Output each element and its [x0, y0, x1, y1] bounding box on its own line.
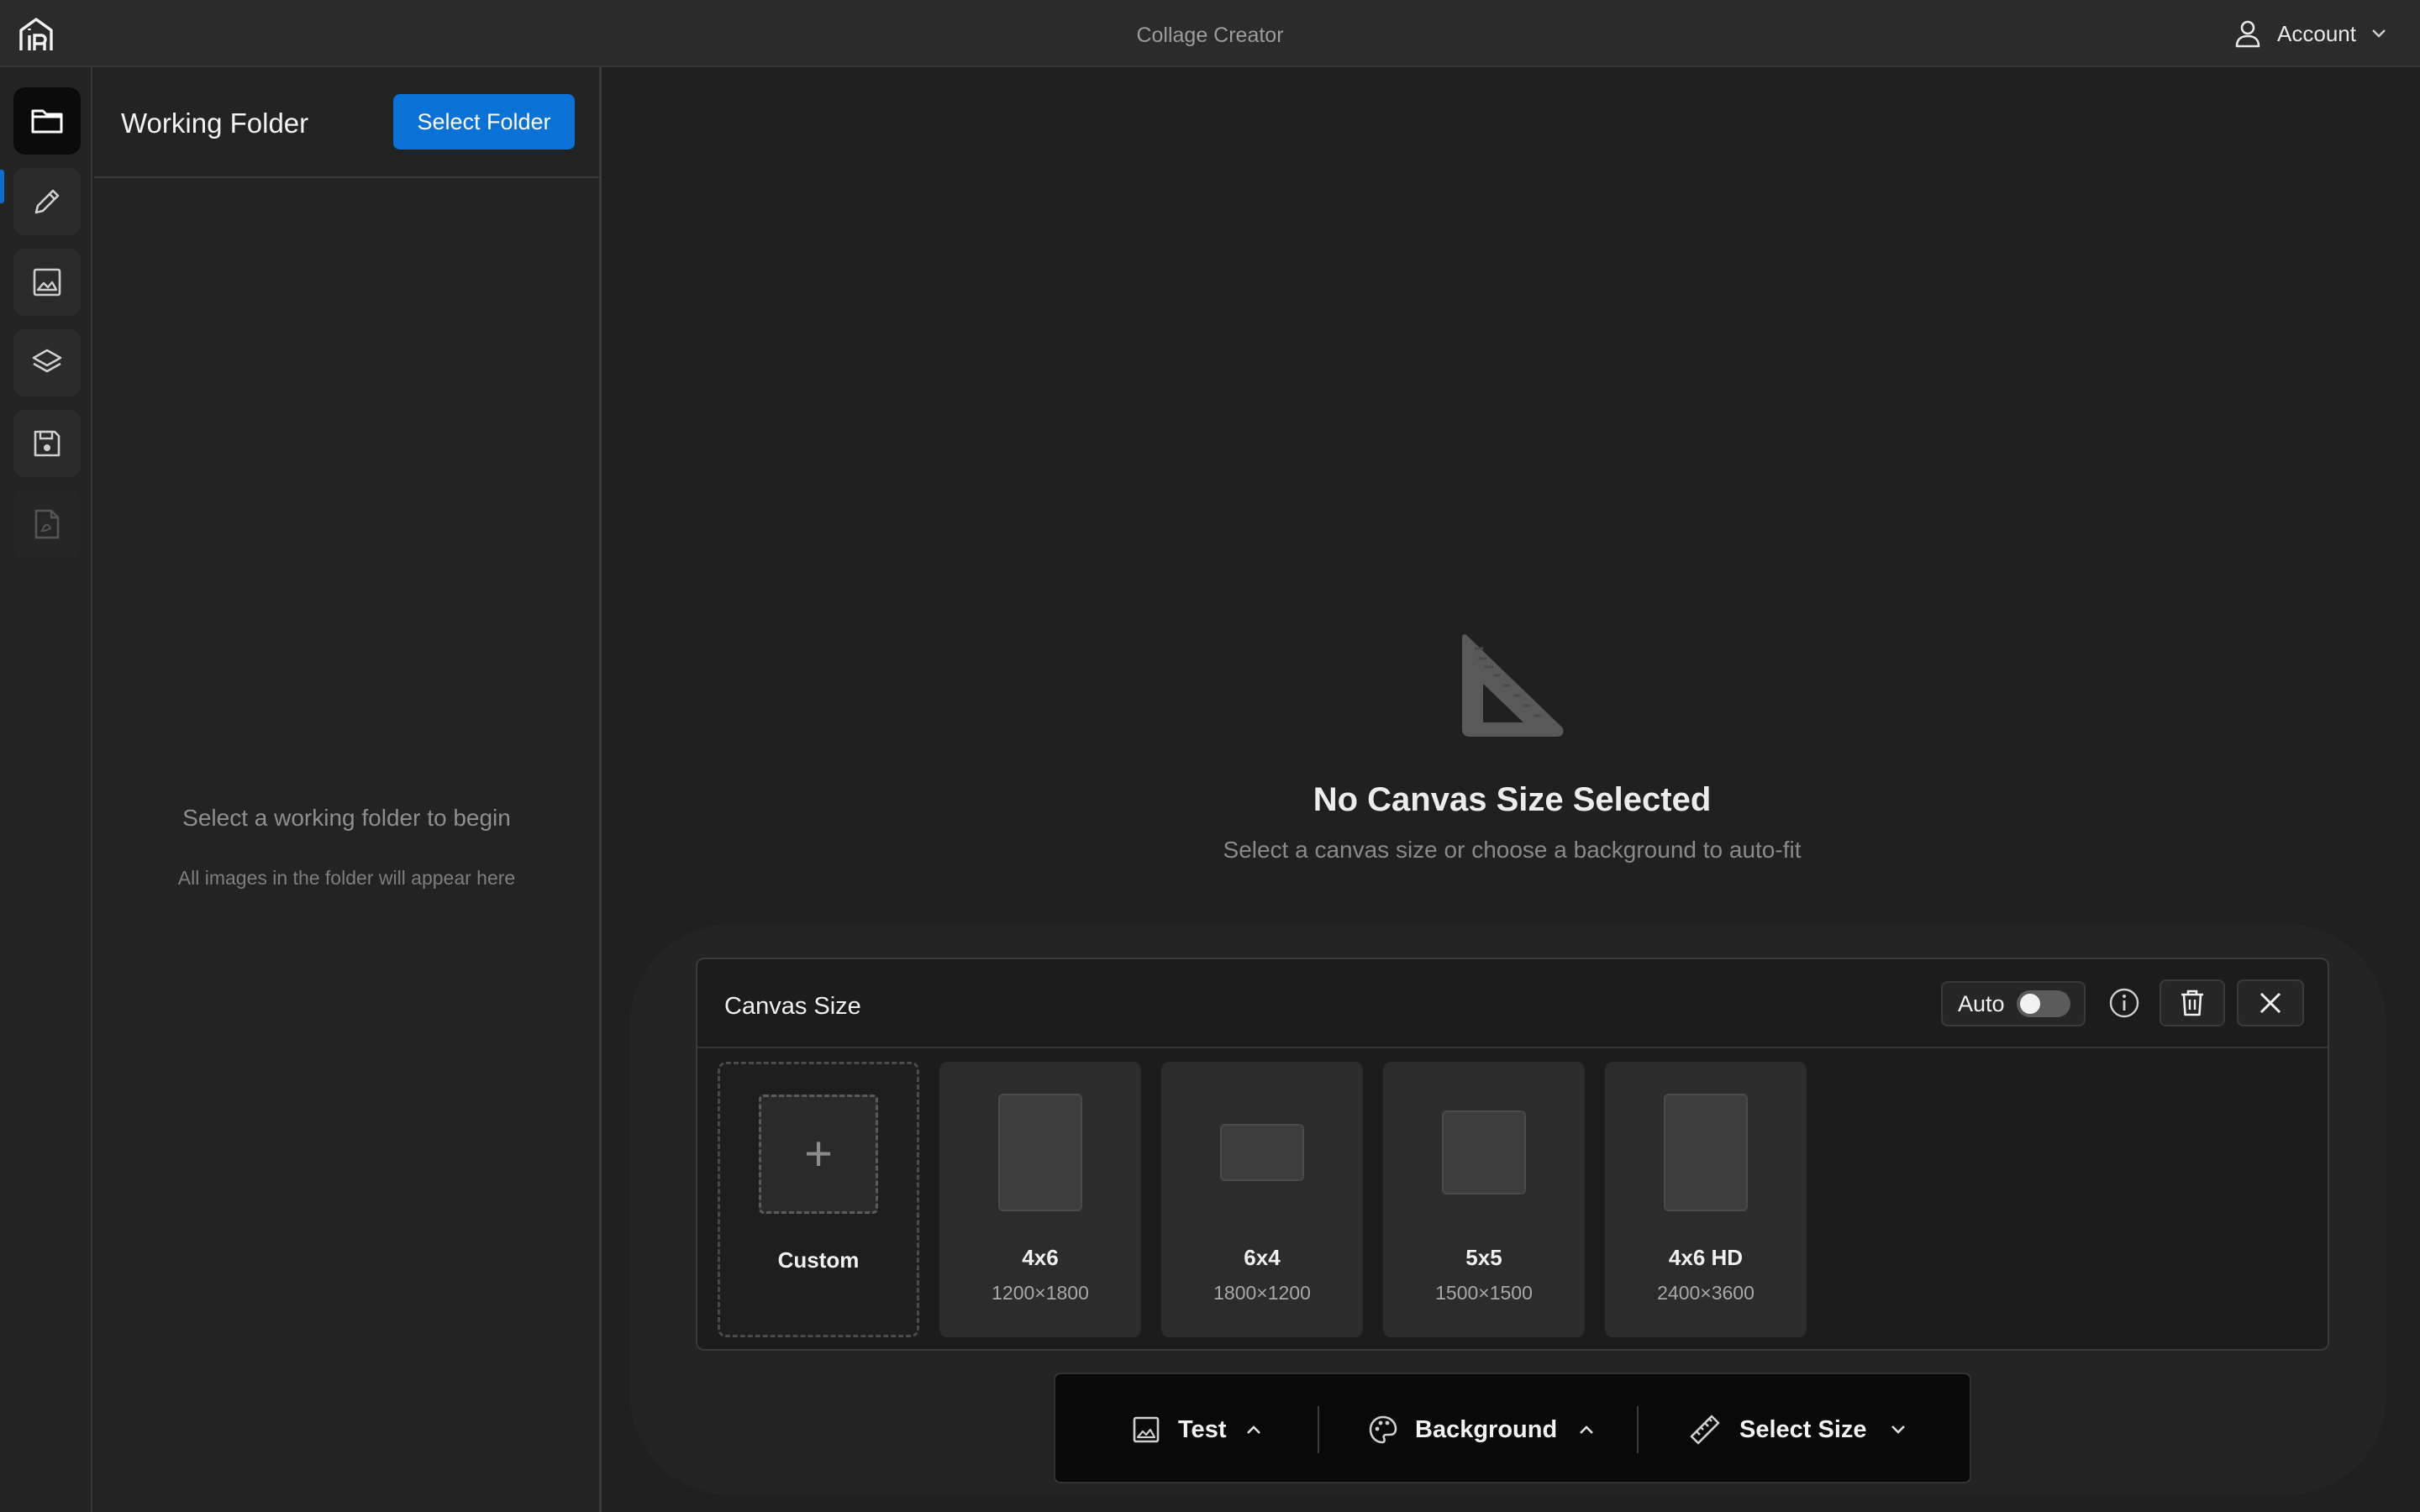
size-card-4x6-hd[interactable]: 4x6 HD 2400×3600 — [1605, 1062, 1807, 1337]
select-size-dropdown-button[interactable]: Select Size — [1689, 1404, 1906, 1455]
close-icon — [2260, 992, 2281, 1014]
chevron-up-icon — [1580, 1425, 1594, 1434]
empty-state-title: Select a working folder to begin — [182, 805, 511, 831]
icon-rail — [0, 67, 92, 1512]
card-dimensions: 1500×1500 — [1435, 1282, 1533, 1304]
auto-label: Auto — [1958, 990, 2005, 1016]
size-card-4x6[interactable]: 4x6 1200×1800 — [939, 1062, 1141, 1337]
title-bar: Collage Creator Account — [0, 0, 2420, 67]
rail-save-button[interactable] — [13, 410, 81, 477]
card-name: 4x6 — [1022, 1245, 1059, 1270]
palette-icon — [1369, 1415, 1397, 1444]
auto-toggle[interactable]: Auto — [1941, 981, 2086, 1026]
no-canvas-subtitle: Select a canvas size or choose a backgro… — [1223, 837, 1802, 863]
info-icon — [2109, 988, 2139, 1018]
plus-icon: + — [804, 1126, 833, 1181]
rail-layers-button[interactable] — [13, 329, 81, 396]
card-dimensions: 1800×1200 — [1213, 1282, 1311, 1304]
portrait-thumb — [998, 1094, 1082, 1211]
ruler-icon — [1690, 1415, 1720, 1445]
panel-header: Working Folder Select Folder — [94, 67, 599, 178]
size-card-custom[interactable]: + Custom — [718, 1062, 919, 1337]
account-label: Account — [2277, 20, 2356, 46]
card-name: 5x5 — [1465, 1245, 1502, 1270]
empty-state-subtitle: All images in the folder will appear her… — [177, 867, 516, 889]
rail-export-pdf-button[interactable] — [13, 491, 81, 558]
landscape-thumb — [1220, 1124, 1304, 1181]
card-name: 6x4 — [1244, 1245, 1281, 1270]
active-indicator — [0, 170, 4, 203]
card-name: 4x6 HD — [1668, 1245, 1744, 1270]
card-dimensions: 2400×3600 — [1657, 1282, 1754, 1304]
size-card-6x4[interactable]: 6x4 1800×1200 — [1161, 1062, 1363, 1337]
size-card-5x5[interactable]: 5x5 1500×1500 — [1383, 1062, 1585, 1337]
app-title: Collage Creator — [1136, 24, 1284, 47]
rail-folder-button[interactable] — [13, 87, 81, 155]
pdf-file-icon — [34, 509, 60, 539]
working-folder-panel: Working Folder Select Folder Select a wo… — [94, 67, 602, 1512]
trash-icon — [2181, 990, 2203, 1016]
panel-title: Working Folder — [121, 108, 309, 139]
select-folder-button[interactable]: Select Folder — [393, 94, 575, 150]
image-icon — [33, 268, 61, 297]
toolbar-separator — [1637, 1406, 1639, 1453]
custom-thumb: + — [759, 1095, 878, 1214]
image-icon — [1133, 1416, 1160, 1443]
canvas-size-panel: Canvas Size Auto + Custom 4x6 1200×1800 … — [696, 958, 2329, 1351]
layers-icon — [32, 349, 62, 373]
rail-edit-button[interactable] — [13, 168, 81, 235]
account-menu[interactable]: Account — [2233, 15, 2386, 52]
canvas-size-title: Canvas Size — [724, 993, 861, 1020]
close-button[interactable] — [2237, 979, 2304, 1026]
pencil-icon — [34, 189, 60, 214]
portrait-thumb — [1664, 1094, 1748, 1211]
toolbar-separator — [1318, 1406, 1319, 1453]
bottom-toolbar: Test Background Select Size — [1054, 1373, 1971, 1483]
square-thumb — [1442, 1110, 1526, 1194]
chevron-down-icon — [1891, 1425, 1905, 1434]
chevron-down-icon — [2372, 29, 2386, 38]
auto-switch[interactable] — [2016, 990, 2070, 1017]
card-dimensions: 1200×1800 — [992, 1282, 1089, 1304]
no-canvas-title: No Canvas Size Selected — [1313, 781, 1712, 818]
user-icon — [2235, 20, 2260, 48]
rail-image-button[interactable] — [13, 249, 81, 316]
select-size-label: Select Size — [1739, 1415, 1867, 1443]
canvas-size-header: Canvas Size Auto — [697, 959, 2328, 1048]
set-square-icon — [1462, 634, 1564, 737]
save-icon — [34, 430, 60, 457]
chevron-up-icon — [1247, 1425, 1261, 1434]
delete-button[interactable] — [2160, 979, 2225, 1026]
test-dropdown-button[interactable]: Test — [1133, 1404, 1261, 1455]
background-dropdown-button[interactable]: Background — [1368, 1404, 1594, 1455]
background-label: Background — [1415, 1415, 1558, 1443]
info-button[interactable] — [2106, 984, 2143, 1021]
test-label: Test — [1178, 1415, 1227, 1443]
folder-icon — [31, 109, 63, 134]
card-name: Custom — [777, 1247, 860, 1273]
